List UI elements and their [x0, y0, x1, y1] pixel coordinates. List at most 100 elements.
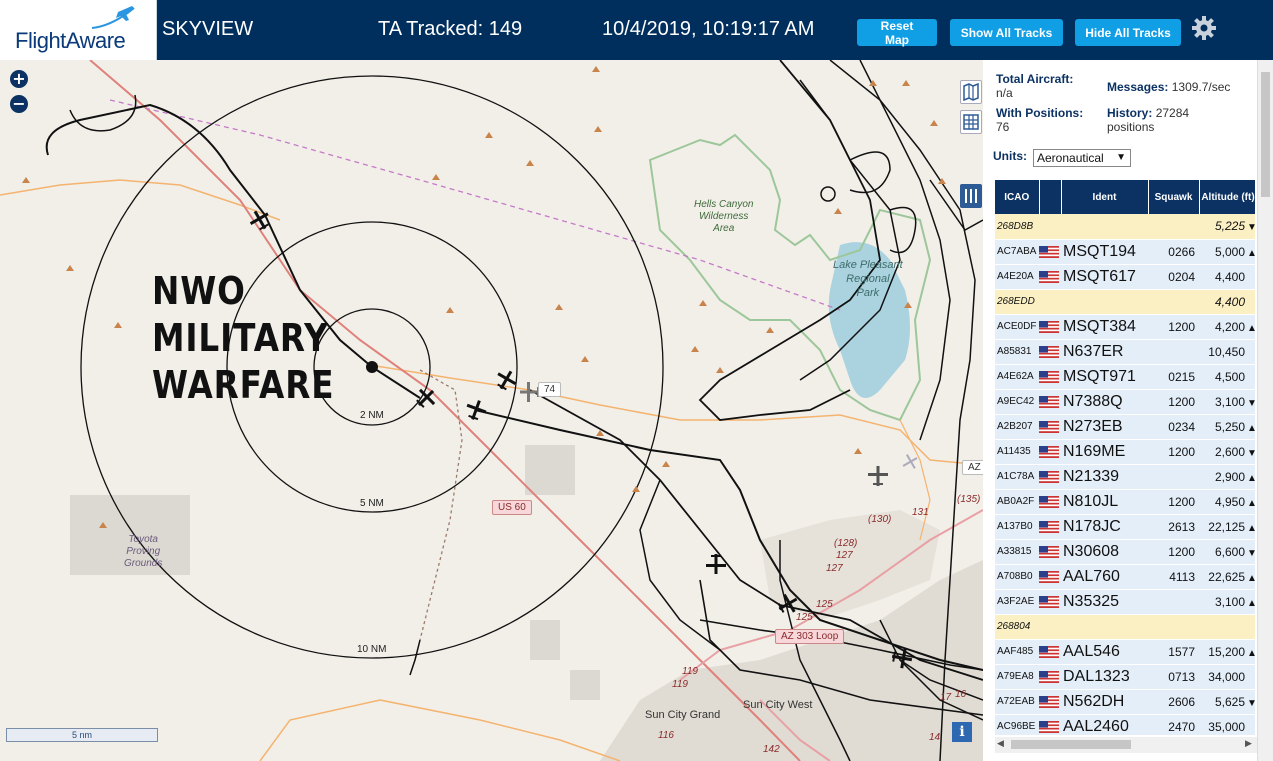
zoom-out-button[interactable]: − — [10, 95, 28, 113]
altitude-cell: 5,625▼ — [1199, 689, 1255, 715]
table-row[interactable]: A85831 N637ER 10,450 — [995, 339, 1255, 365]
us-flag-icon — [1039, 346, 1059, 359]
altitude-value: 5,250 — [1214, 419, 1245, 434]
aircraft-icon[interactable] — [464, 398, 488, 422]
aircraft-icon[interactable] — [248, 208, 272, 232]
road-shield: AZ — [962, 460, 983, 475]
flightaware-logo[interactable]: FlightAware — [0, 0, 157, 60]
ta-tracked-count: TA Tracked: 149 — [378, 18, 523, 40]
column-toggle-icon[interactable] — [960, 184, 982, 208]
gear-icon[interactable] — [1190, 14, 1218, 42]
aircraft-icon[interactable] — [704, 552, 728, 576]
map-view[interactable]: + − NWO MILITARY WARFARE 2 NM 5 NM 10 NM… — [0, 60, 983, 761]
map-layers-icon[interactable] — [960, 80, 982, 104]
altitude-cell: 2,900▲ — [1199, 464, 1255, 490]
altitude-cell: 35,000 — [1199, 714, 1255, 735]
icao-cell: A79EA8 — [995, 664, 1039, 690]
flag-cell — [1039, 289, 1061, 315]
ident-cell: DAL1323 — [1061, 664, 1148, 690]
table-row[interactable]: A3F2AE N35325 3,100▲ — [995, 589, 1255, 615]
units-select[interactable]: Aeronautical ▼ — [1033, 149, 1131, 167]
table-row[interactable]: 268D8B 5,225▼ — [995, 214, 1255, 240]
table-row[interactable]: ACE0DFMSQT38412004,200▲ — [995, 314, 1255, 340]
column-header-altitude[interactable]: Altitude (ft) — [1199, 180, 1255, 214]
icao-cell: A11435 — [995, 439, 1039, 465]
road-shield: 74 — [538, 382, 562, 397]
flag-cell — [1039, 539, 1061, 565]
column-header-ident[interactable]: Ident — [1061, 180, 1149, 214]
scroll-right-icon[interactable]: ▶ — [1245, 739, 1252, 749]
zoom-in-button[interactable]: + — [10, 70, 28, 88]
flag-cell — [1039, 414, 1061, 440]
flag-cell — [1039, 264, 1061, 290]
aircraft-icon[interactable] — [866, 464, 890, 488]
column-header-icao[interactable]: ICAO — [995, 180, 1040, 214]
flag-cell — [1039, 314, 1061, 340]
table-row[interactable]: AC7ABAMSQT19402665,000▲ — [995, 239, 1255, 265]
ident-cell: N21339 — [1061, 464, 1148, 490]
table-row[interactable]: A4E20A MSQT617 0204 4,400 — [995, 264, 1255, 290]
squawk-cell — [1148, 289, 1199, 315]
table-row[interactable]: A1C78A N21339 2,900▲ — [995, 464, 1255, 490]
table-row[interactable]: A4E62A MSQT971 0215 4,500 — [995, 364, 1255, 390]
table-row[interactable]: AB0A2FN810JL12004,950▲ — [995, 489, 1255, 515]
reset-map-button[interactable]: Reset Map — [857, 19, 937, 47]
aircraft-icon[interactable] — [890, 646, 914, 670]
squawk-cell: 0713 — [1148, 664, 1199, 690]
ident-cell: N7388Q — [1061, 389, 1148, 415]
sidebar-vertical-scrollbar[interactable] — [1257, 60, 1273, 761]
plane-logo-icon — [91, 6, 135, 29]
units-label: Units: — [993, 149, 1027, 163]
ident-cell: N273EB — [1061, 414, 1148, 440]
ident-cell: AAL2460 — [1061, 714, 1148, 735]
aircraft-icon[interactable] — [414, 386, 438, 410]
table-row[interactable]: A137B0N178JC261322,125▲ — [995, 514, 1255, 540]
table-row[interactable]: 268804 — [995, 614, 1255, 640]
ident-cell: N637ER — [1061, 339, 1148, 365]
overlay-line: MILITARY — [152, 316, 329, 360]
icao-cell: AC7ABA — [995, 239, 1039, 265]
hide-all-tracks-button[interactable]: Hide All Tracks — [1075, 19, 1181, 46]
map-canvas — [0, 60, 983, 761]
road-number: 142 — [763, 744, 780, 755]
app-title: SKYVIEW — [162, 18, 254, 40]
altitude-trend-icon: ▼ — [1247, 222, 1255, 233]
us-flag-icon — [1039, 321, 1059, 334]
squawk-cell: 0266 — [1148, 239, 1199, 265]
grid-toggle-icon[interactable] — [960, 110, 982, 134]
table-row[interactable]: A708B0AAL760411322,625▲ — [995, 564, 1255, 590]
squawk-cell: 0215 — [1148, 364, 1199, 390]
table-row[interactable]: A33815N3060812006,600▼ — [995, 539, 1255, 565]
table-row[interactable]: A72EABN562DH26065,625▼ — [995, 689, 1255, 715]
scroll-left-icon[interactable]: ◀ — [997, 739, 1004, 749]
altitude-trend-icon: ▲ — [1247, 473, 1255, 484]
show-all-tracks-button[interactable]: Show All Tracks — [950, 19, 1063, 46]
flag-cell — [1039, 439, 1061, 465]
ident-cell: N810JL — [1061, 489, 1148, 515]
table-row[interactable]: A11435N169ME12002,600▼ — [995, 439, 1255, 465]
table-horizontal-scrollbar[interactable]: ◀ ▶ — [995, 737, 1257, 753]
table-row[interactable]: A9EC42N7388Q12003,100▼ — [995, 389, 1255, 415]
road-number: 16 — [955, 689, 967, 700]
column-header-squawk[interactable]: Squawk — [1148, 180, 1200, 214]
info-button[interactable]: i — [952, 722, 972, 742]
aircraft-icon[interactable] — [900, 452, 920, 472]
table-row[interactable]: 268EDD 4,400 — [995, 289, 1255, 315]
scrollbar-thumb[interactable] — [1011, 740, 1131, 749]
table-row[interactable]: AAF485AAL546157715,200▲ — [995, 639, 1255, 665]
road-number: 125 — [816, 599, 833, 610]
ident-cell: AAL546 — [1061, 639, 1148, 665]
altitude-value: 34,000 — [1208, 669, 1245, 684]
aircraft-table-container[interactable]: ICAO Ident Squawk Altitude (ft) 268D8B 5,… — [995, 180, 1255, 735]
road-number: 14 — [929, 732, 941, 743]
scrollbar-thumb[interactable] — [1261, 72, 1270, 197]
table-row[interactable]: AC96BE AAL2460 2470 35,000 — [995, 714, 1255, 735]
table-row[interactable]: A79EA8 DAL1323 0713 34,000 — [995, 664, 1255, 690]
road-number: 131 — [912, 507, 929, 518]
column-header-flag[interactable] — [1039, 180, 1062, 214]
aircraft-icon[interactable] — [494, 368, 518, 392]
flag-cell — [1039, 664, 1061, 690]
altitude-value: 2,900 — [1214, 469, 1245, 484]
map-scale-bar: 5 nm — [6, 728, 158, 742]
table-row[interactable]: A2B207N273EB02345,250▲ — [995, 414, 1255, 440]
